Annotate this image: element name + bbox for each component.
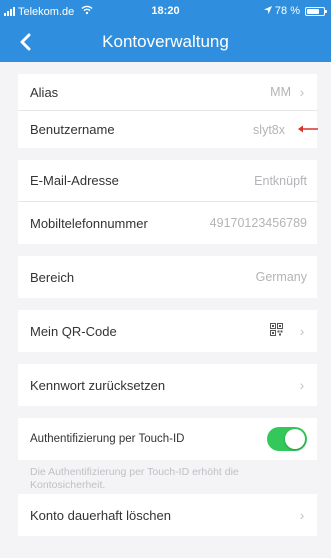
location-icon (263, 5, 272, 17)
battery-icon (305, 6, 327, 16)
reset-password-row[interactable]: Kennwort zurücksetzen › (18, 364, 317, 406)
delete-account-row[interactable]: Konto dauerhaft löschen › (18, 494, 317, 536)
battery-text: 78 % (274, 5, 300, 17)
username-label: Benutzername (30, 122, 115, 137)
status-right: 78 % (263, 5, 327, 17)
alias-row[interactable]: Alias MM › (18, 74, 317, 111)
username-row: Benutzername slyt8x (18, 111, 319, 148)
reset-password-label: Kennwort zurücksetzen (30, 377, 166, 393)
mobile-label: Mobiltelefonnummer (30, 215, 148, 231)
settings-list: Alias MM › Benutzername slyt8x E-Mail-Ad… (18, 62, 319, 536)
qr-code-icon (270, 323, 283, 339)
alias-label: Alias (30, 84, 59, 100)
qr-code-label: Mein QR-Code (30, 323, 117, 339)
username-value: slyt8x (253, 122, 285, 137)
email-row[interactable]: E-Mail-Adresse Entknüpft (18, 160, 317, 202)
mobile-row[interactable]: Mobiltelefonnummer 49170123456789 (18, 202, 317, 244)
chevron-right-icon: › (299, 84, 305, 100)
touch-id-description: Die Authentifizierung per Touch-ID erhöh… (18, 460, 317, 494)
mobile-value: 49170123456789 (209, 216, 307, 230)
region-value: Germany (255, 270, 307, 284)
touch-id-row: Authentifizierung per Touch-ID (18, 418, 317, 460)
chevron-right-icon: › (299, 323, 305, 339)
qr-code-row[interactable]: Mein QR-Code › (18, 310, 317, 352)
nav-bar: Kontoverwaltung (0, 22, 331, 62)
red-arrow-icon (297, 123, 319, 138)
region-label: Bereich (30, 269, 75, 285)
chevron-right-icon: › (299, 377, 305, 393)
battery-fill (307, 8, 319, 14)
alias-value: MM (270, 85, 291, 99)
toggle-knob (285, 429, 305, 449)
delete-account-label: Konto dauerhaft löschen (30, 507, 171, 523)
touch-id-toggle[interactable] (267, 427, 307, 451)
chevron-right-icon: › (299, 507, 305, 523)
page-title: Kontoverwaltung (102, 32, 229, 51)
app-header: Telekom.de 18:20 78 % Kontoverwaltung (0, 0, 331, 62)
region-row[interactable]: Bereich Germany (18, 256, 317, 298)
email-value: Entknüpft (254, 173, 307, 188)
status-bar: Telekom.de 18:20 78 % (0, 0, 331, 22)
touch-id-label: Authentifizierung per Touch-ID (30, 433, 185, 445)
email-label: E-Mail-Adresse (30, 173, 119, 188)
